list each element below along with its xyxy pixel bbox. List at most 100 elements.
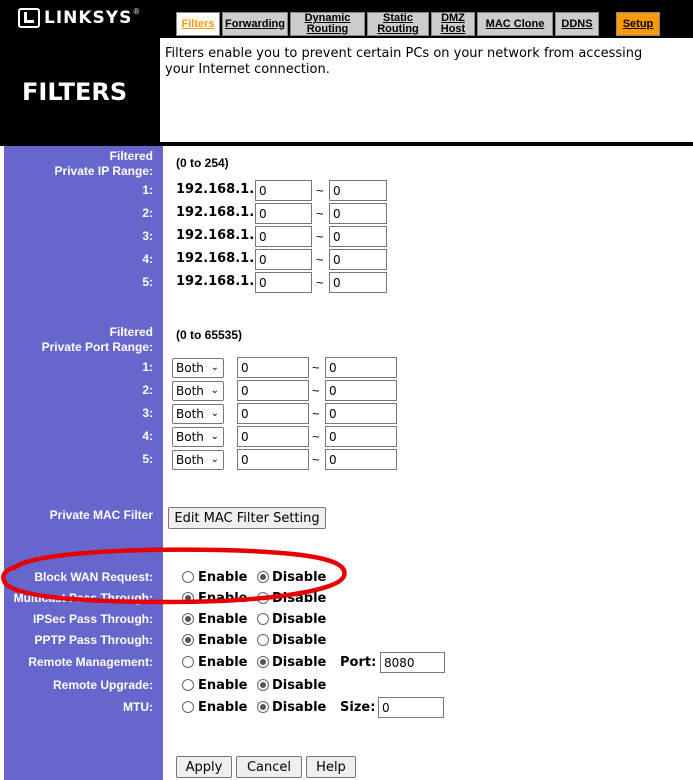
port-from-input-1[interactable] [237,357,309,378]
remote-upgrade-enable-radio[interactable] [182,679,194,691]
range-separator: ~ [316,229,324,244]
apply-button[interactable]: Apply [176,756,232,778]
enable-label: Enable [198,612,248,627]
port-to-input-4[interactable] [325,426,397,447]
protocol-select-4[interactable]: Both ⌄ [172,427,224,447]
remote-management-disable-radio[interactable] [257,656,269,668]
tab-static-routing[interactable]: Static Routing [367,12,429,36]
ip-from-input-1[interactable] [255,180,312,201]
protocol-select-3[interactable]: Both ⌄ [172,404,224,424]
ip-from-input-2[interactable] [255,203,312,224]
chevron-down-icon: ⌄ [210,385,219,396]
enable-label: Enable [198,633,248,648]
disable-label: Disable [272,633,327,648]
port-row-number: 3: [142,406,153,420]
disable-label: Disable [272,655,327,670]
page-title: FILTERS [22,78,128,106]
size-label: Size: [340,700,376,715]
remote-management-port-input[interactable] [380,652,445,673]
port-row-number: 1: [142,360,153,374]
tab-forwarding[interactable]: Forwarding [222,12,288,36]
port-to-input-5[interactable] [325,449,397,470]
range-separator: ~ [312,452,320,467]
remote-upgrade-disable-radio[interactable] [257,679,269,691]
range-separator: ~ [316,206,324,221]
ip-to-input-5[interactable] [329,272,387,293]
protocol-select-2[interactable]: Both ⌄ [172,381,224,401]
help-button[interactable]: Help [306,756,356,778]
tab-mac-clone[interactable]: MAC Clone [477,12,553,36]
range-separator: ~ [312,360,320,375]
ipsec-enable-radio[interactable] [182,613,194,625]
range-separator: ~ [312,406,320,421]
mtu-disable-radio[interactable] [257,701,269,713]
tab-dynamic-routing[interactable]: Dynamic Routing [290,12,365,36]
tab-ddns[interactable]: DDNS [555,12,599,36]
ip-to-input-3[interactable] [329,226,387,247]
remote-management-enable-radio[interactable] [182,656,194,668]
port-row-number: 4: [142,429,153,443]
range-separator: ~ [316,252,324,267]
mtu-enable-radio[interactable] [182,701,194,713]
ip-range-label-line2: Private IP Range: [54,164,153,178]
option-label-block-wan: Block WAN Request: [34,570,153,584]
tab-filters[interactable]: Filters [176,12,220,36]
enable-label: Enable [198,678,248,693]
mtu-size-input[interactable] [378,697,444,718]
tab-setup[interactable]: Setup [616,12,660,36]
multicast-enable-radio[interactable] [182,592,194,604]
port-from-input-3[interactable] [237,403,309,424]
ip-from-input-5[interactable] [255,272,312,293]
port-to-input-1[interactable] [325,357,397,378]
ip-prefix: 192.168.1. [176,274,255,289]
ip-to-input-2[interactable] [329,203,387,224]
port-from-input-4[interactable] [237,426,309,447]
protocol-value: Both [176,384,204,398]
enable-label: Enable [198,700,248,715]
block-wan-enable-radio[interactable] [182,571,194,583]
option-label-remote-upgrade: Remote Upgrade: [52,678,153,692]
ip-from-input-3[interactable] [255,226,312,247]
tab-dmz-host[interactable]: DMZ Host [431,12,475,36]
protocol-select-1[interactable]: Both ⌄ [172,358,224,378]
block-wan-disable-radio[interactable] [257,571,269,583]
port-from-input-5[interactable] [237,449,309,470]
cancel-button[interactable]: Cancel [236,756,302,778]
ip-row-number: 3: [142,229,153,243]
multicast-disable-radio[interactable] [257,592,269,604]
chevron-down-icon: ⌄ [210,362,219,373]
ip-row-number: 2: [142,206,153,220]
registered-mark: ® [133,6,140,16]
ipsec-disable-radio[interactable] [257,613,269,625]
option-label-ipsec: IPSec Pass Through: [32,612,153,626]
mac-filter-label: Private MAC Filter [49,508,153,522]
header-bar: LINKSYS ® Filters Forwarding Dynamic Rou… [0,0,693,38]
protocol-value: Both [176,361,204,375]
port-range-label-line1: Filtered [109,325,153,339]
port-to-input-2[interactable] [325,380,397,401]
port-from-input-2[interactable] [237,380,309,401]
ip-row-number: 4: [142,252,153,266]
range-separator: ~ [316,275,324,290]
ip-to-input-4[interactable] [329,249,387,270]
protocol-select-5[interactable]: Both ⌄ [172,450,224,470]
port-row-number: 5: [142,452,153,466]
port-to-input-3[interactable] [325,403,397,424]
protocol-value: Both [176,407,204,421]
disable-label: Disable [272,700,327,715]
ip-to-input-1[interactable] [329,180,387,201]
edit-mac-filter-button[interactable]: Edit MAC Filter Setting [168,507,326,529]
option-label-remote-management: Remote Management: [28,655,153,669]
chevron-down-icon: ⌄ [210,454,219,465]
pptp-disable-radio[interactable] [257,634,269,646]
ip-from-input-4[interactable] [255,249,312,270]
port-range-note: (0 to 65535) [176,328,243,342]
range-separator: ~ [312,383,320,398]
disable-label: Disable [272,678,327,693]
range-separator: ~ [316,183,324,198]
ip-prefix: 192.168.1. [176,205,255,220]
pptp-enable-radio[interactable] [182,634,194,646]
ip-range-label-line1: Filtered [109,149,153,163]
ip-range-note: (0 to 254) [176,156,229,170]
option-label-multicast: Multicast Pass Through: [13,591,153,605]
